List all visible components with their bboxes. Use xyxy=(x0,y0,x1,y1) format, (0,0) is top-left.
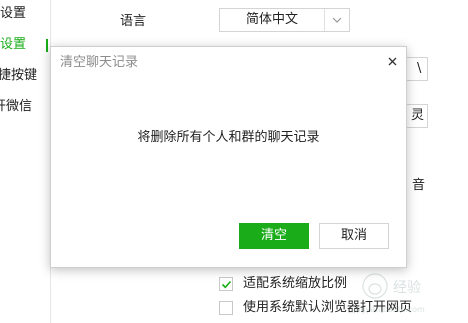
checkmark-icon xyxy=(221,280,232,289)
clear-button[interactable]: 清空 xyxy=(239,223,309,249)
cancel-button[interactable]: 取消 xyxy=(319,223,389,249)
sidebar-item-general-settings[interactable]: 设置 xyxy=(0,5,26,23)
close-icon[interactable] xyxy=(384,53,400,69)
dialog-message: 将删除所有个人和群的聊天记录 xyxy=(137,130,320,145)
partial-button-2-label: 灵 xyxy=(411,108,425,123)
svg-text:jingyan.baidu.com: jingyan.baidu.com xyxy=(350,305,425,314)
scale-checkbox[interactable] xyxy=(219,277,233,291)
active-indicator xyxy=(46,39,48,52)
dialog-title: 清空聊天记录 xyxy=(60,55,139,70)
language-label: 语言 xyxy=(120,14,147,29)
chevron-down-icon[interactable] xyxy=(325,9,349,31)
partial-text-3: 音 xyxy=(412,178,426,193)
sidebar-item-open-wechat[interactable]: 开微信 xyxy=(0,98,32,116)
clear-chat-history-dialog: 清空聊天记录 将删除所有个人和群的聊天记录 清空 取消 xyxy=(50,46,407,268)
language-select-value: 简体中文 xyxy=(245,12,298,27)
sidebar-item-active-settings[interactable]: 设置 xyxy=(0,36,26,54)
sidebar-item-shortcuts[interactable]: 捷按键 xyxy=(0,67,37,85)
browser-checkbox[interactable] xyxy=(219,301,233,315)
language-select[interactable]: 简体中文 xyxy=(219,8,350,32)
scale-checkbox-label: 适配系统缩放比例 xyxy=(243,276,348,291)
svg-text:经验: 经验 xyxy=(393,280,421,296)
partial-button-1-label: \ xyxy=(417,61,422,76)
baidu-watermark-logo: 经验 jingyan.baidu.com xyxy=(350,273,425,314)
